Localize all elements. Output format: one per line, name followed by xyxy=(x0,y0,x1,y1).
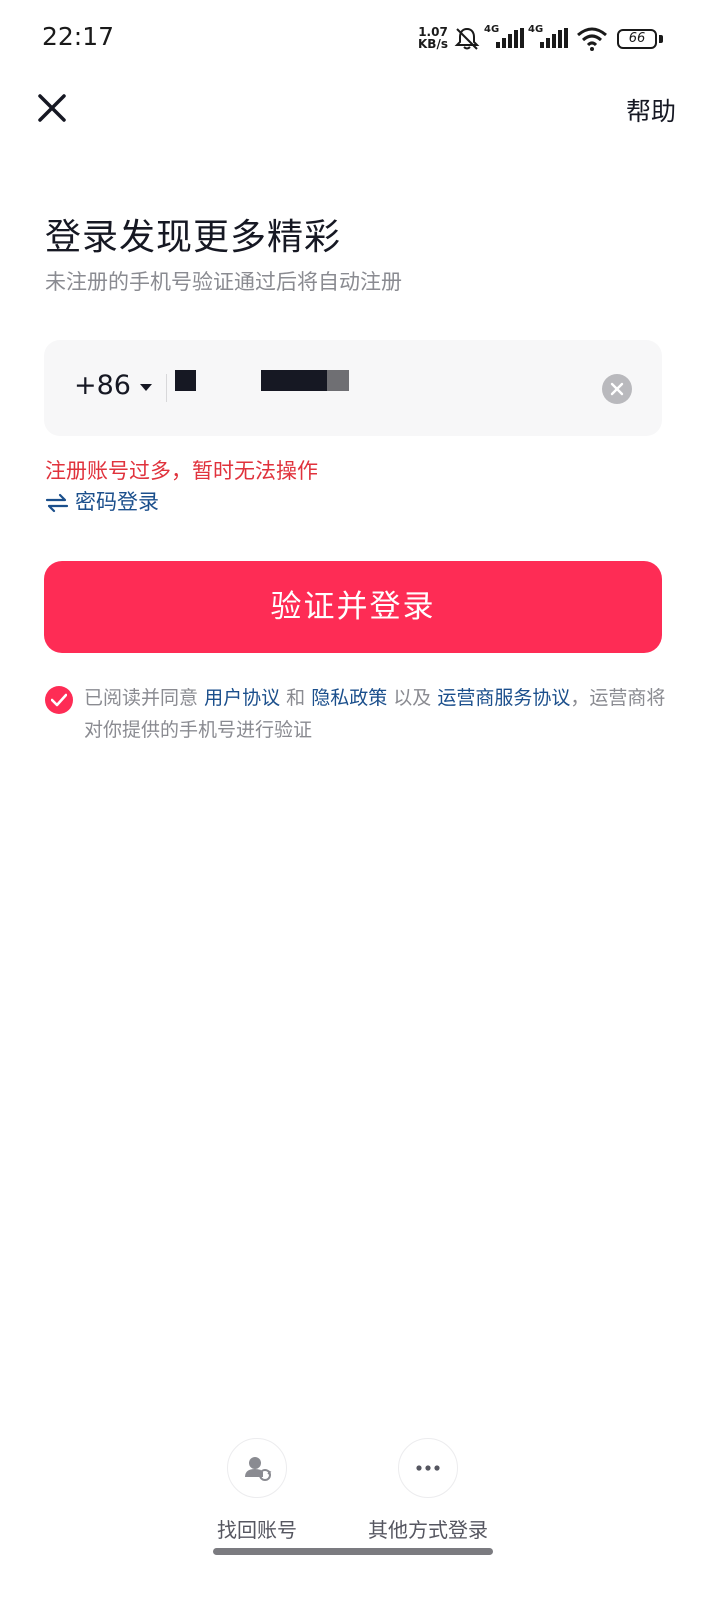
close-icon[interactable] xyxy=(34,90,70,126)
network-speed-unit: KB/s xyxy=(418,37,448,51)
page-title: 登录发现更多精彩 xyxy=(45,217,342,258)
agreement-checkbox[interactable] xyxy=(45,686,73,714)
phone-input-box[interactable]: +86 xyxy=(44,340,662,436)
bell-muted-icon xyxy=(454,27,480,50)
help-link[interactable]: 帮助 xyxy=(626,92,676,128)
network-speed: 1.07 KB/s xyxy=(413,26,453,50)
recover-account-icon-circle[interactable] xyxy=(227,1438,287,1498)
verify-login-button[interactable]: 验证并登录 xyxy=(44,561,662,653)
error-message: 注册账号过多，暂时无法操作 xyxy=(45,459,318,483)
other-login-label: 其他方式登录 xyxy=(368,1518,488,1542)
carrier-agreement-link[interactable]: 运营商服务协议 xyxy=(437,687,570,709)
country-code-selector[interactable]: +86 xyxy=(74,370,131,401)
password-login-label: 密码登录 xyxy=(75,490,159,514)
more-icon xyxy=(416,1465,440,1471)
phone-number-input[interactable] xyxy=(174,360,578,418)
agreement-and-also: 以及 xyxy=(393,687,432,709)
password-login-link[interactable]: 密码登录 xyxy=(45,486,159,516)
other-login-icon-circle[interactable] xyxy=(398,1438,458,1498)
page-subtitle: 未注册的手机号验证通过后将自动注册 xyxy=(45,270,402,294)
battery-icon: 66 xyxy=(617,29,657,49)
clear-icon[interactable] xyxy=(602,374,632,404)
wifi-icon xyxy=(577,27,607,51)
privacy-policy-link[interactable]: 隐私政策 xyxy=(311,687,387,709)
agreement-text: 已阅读并同意 用户协议 和 隐私政策 以及 运营商服务协议，运营商将对你提供的手… xyxy=(84,682,674,746)
redacted-phone-digits xyxy=(261,370,327,391)
user-agreement-link[interactable]: 用户协议 xyxy=(204,687,280,709)
swap-icon xyxy=(45,493,69,513)
user-recover-icon xyxy=(245,1457,272,1481)
agreement-prefix: 已阅读并同意 xyxy=(84,687,199,709)
login-screen: 22:17 1.07 KB/s 4G 4G 66 帮助 登录发现更多精彩 未注册… xyxy=(0,0,720,1600)
other-login-button[interactable]: 其他方式登录 xyxy=(348,1438,508,1543)
redacted-phone-digits xyxy=(327,370,349,391)
battery-tip xyxy=(659,35,663,43)
input-divider xyxy=(166,374,167,402)
recover-account-button[interactable]: 找回账号 xyxy=(177,1438,337,1543)
status-bar: 22:17 1.07 KB/s 4G 4G 66 xyxy=(0,0,720,80)
home-indicator[interactable] xyxy=(213,1548,493,1555)
caret-down-icon[interactable] xyxy=(140,384,152,391)
status-time: 22:17 xyxy=(42,22,115,51)
recover-account-label: 找回账号 xyxy=(217,1518,297,1542)
battery-level: 66 xyxy=(628,31,646,46)
signal-icon: 4G xyxy=(528,24,568,50)
agreement-and: 和 xyxy=(286,687,306,709)
signal-icon: 4G xyxy=(484,24,524,50)
redacted-phone-digits xyxy=(175,370,196,391)
